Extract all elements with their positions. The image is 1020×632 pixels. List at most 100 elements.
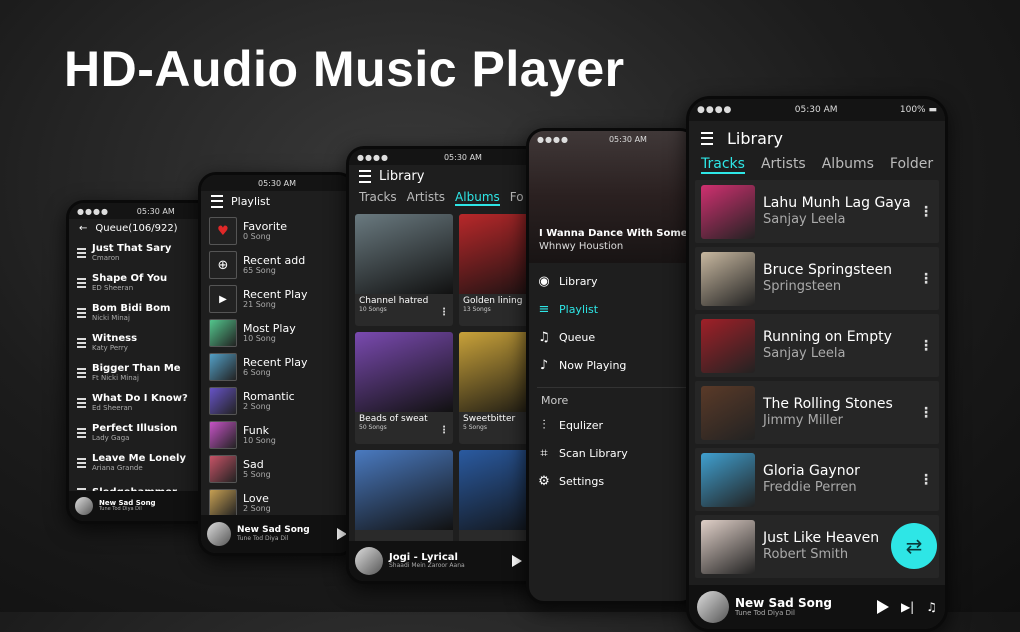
menu-icon[interactable] <box>359 170 371 183</box>
drag-handle-icon[interactable] <box>77 308 86 318</box>
more-options-icon[interactable]: ⋮ <box>439 425 449 436</box>
back-arrow-icon[interactable]: ← <box>79 223 87 234</box>
playlist-name: Love <box>243 491 269 505</box>
playlist-item[interactable]: Most Play 10 Song <box>209 316 345 350</box>
playlist-name: Most Play <box>243 321 296 335</box>
drawer-item-library[interactable]: ◉ Library <box>537 267 687 295</box>
queue-item[interactable]: Perfect Illusion Lady Gaga <box>77 418 207 448</box>
queue-item-artist: ED Sheeran <box>92 283 134 292</box>
track-row[interactable]: Gloria Gaynor Freddie Perren ⋮ <box>695 448 939 511</box>
more-options-icon[interactable]: ⋮ <box>919 204 933 220</box>
album-card[interactable]: Beads of sweat 50 Songs ⋮ <box>355 332 453 444</box>
drawer-item-playlist[interactable]: ≡ Playlist <box>537 295 687 323</box>
avatar <box>355 547 383 575</box>
avatar <box>75 497 93 515</box>
drawer-item-label: Queue <box>559 330 596 344</box>
album-count: 50 Songs <box>359 423 387 431</box>
queue-item-artist: Katy Perry <box>92 343 128 352</box>
library-title: Library <box>379 169 425 184</box>
status-time: 05:30 AM <box>443 152 482 162</box>
playlist-name: Funk <box>243 423 270 437</box>
drag-handle-icon[interactable] <box>77 278 86 288</box>
playlist-item[interactable]: ▶ Recent Play 21 Song <box>209 282 345 316</box>
drag-handle-icon[interactable] <box>77 458 86 468</box>
playlist-item[interactable]: Recent Play 6 Song <box>209 350 345 384</box>
more-options-icon[interactable]: ⋮ <box>919 472 933 488</box>
playlist-name: Recent Play <box>243 355 308 369</box>
queue-title: Queue(106/922) <box>95 223 178 234</box>
albums-grid: Channel hatred 10 Songs ⋮ Golden lining 13 S… <box>349 208 545 568</box>
tab-folder[interactable]: Folder <box>890 156 933 174</box>
track-row[interactable]: Running on Empty Sanjay Leela ⋮ <box>695 314 939 377</box>
album-card[interactable]: Channel hatred 10 Songs ⋮ <box>355 214 453 326</box>
playlist-thumb <box>209 353 237 381</box>
queue-item[interactable]: Witness Katy Perry <box>77 328 207 358</box>
queue-item[interactable]: Bigger Than Me Ft Nicki Minaj <box>77 358 207 388</box>
menu-icon[interactable] <box>211 195 223 208</box>
drag-handle-icon[interactable] <box>77 398 86 408</box>
playlist-icon: ≡ <box>538 301 550 317</box>
menu-icon[interactable] <box>701 132 713 145</box>
playlist-thumb <box>209 489 237 517</box>
more-options-icon[interactable]: ⋮ <box>919 338 933 354</box>
track-artist: Springsteen <box>763 279 842 295</box>
track-row[interactable]: Lahu Munh Lag Gaya Sanjay Leela ⋮ <box>695 180 939 243</box>
track-thumb <box>701 519 755 574</box>
drag-handle-icon[interactable] <box>77 428 86 438</box>
album-count: 10 Songs <box>359 305 387 313</box>
shuffle-button[interactable]: ⇄ <box>891 523 937 569</box>
track-row[interactable]: Bruce Springsteen Springsteen ⋮ <box>695 247 939 310</box>
more-options-icon[interactable]: ⋮ <box>919 405 933 421</box>
battery-indicator: 100% ▬ <box>899 105 937 115</box>
more-options-icon[interactable]: ⋮ <box>439 307 449 318</box>
drag-handle-icon[interactable] <box>77 248 86 258</box>
drag-handle-icon[interactable] <box>77 338 86 348</box>
queue-item[interactable]: Just That Sary Cmaron <box>77 238 207 268</box>
drawer-item-settings[interactable]: ⚙ Settings <box>537 467 687 495</box>
queue-item-title: What Do I Know? <box>92 393 188 405</box>
playlist-count: 65 Song <box>243 265 276 275</box>
tab-albums[interactable]: Albums <box>455 190 500 206</box>
tab-fo[interactable]: Fo <box>510 190 524 206</box>
now-playing-bar[interactable]: New Sad Song Tune Tod Diya Dil <box>201 515 353 553</box>
queue-item[interactable]: Bom Bidi Bom Nicki Minaj <box>77 298 207 328</box>
playlist-name: Romantic <box>243 389 295 403</box>
queue-item-title: Bom Bidi Bom <box>92 303 171 315</box>
now-playing-bar[interactable]: New Sad Song Tune Tod Diya Dil ▶| ♫ <box>689 585 945 629</box>
playlist-count: 21 Song <box>243 299 276 309</box>
playlist-item[interactable]: ♥ Favorite 0 Song <box>209 214 345 248</box>
track-thumb <box>701 251 755 306</box>
queue-item-title: Leave Me Lonely <box>92 453 186 465</box>
playlist-item[interactable]: Romantic 2 Song <box>209 384 345 418</box>
play-icon[interactable] <box>511 555 522 567</box>
drawer-item-label: Equlizer <box>559 418 604 432</box>
queue-item[interactable]: Shape Of You ED Sheeran <box>77 268 207 298</box>
queue-list: Just That Sary Cmaron Shape Of You ED Sheer… <box>69 238 215 508</box>
drawer-item-equlizer[interactable]: ⫶ Equlizer <box>537 411 687 439</box>
now-playing-bar[interactable]: New Sad Song Tune Tod Diya Dil <box>69 491 215 521</box>
queue-item[interactable]: Leave Me Lonely Ariana Grande <box>77 448 207 478</box>
more-options-icon[interactable]: ⋮ <box>919 271 933 287</box>
avatar <box>697 591 729 623</box>
album-art <box>355 450 453 530</box>
drawer-item-now-playing[interactable]: ♪ Now Playing <box>537 351 687 379</box>
tab-artists[interactable]: Artists <box>761 156 806 174</box>
drawer-item-label: Settings <box>559 474 605 488</box>
drawer-more-menu: ⫶ Equlizer ⌗ Scan Library ⚙ Settings <box>529 409 695 497</box>
playlist-item[interactable]: ⊕ Recent add 65 Song <box>209 248 345 282</box>
track-title: Gloria Gaynor <box>763 462 860 479</box>
drag-handle-icon[interactable] <box>77 368 86 378</box>
playlist-item[interactable]: Sad 5 Song <box>209 452 345 486</box>
tab-tracks[interactable]: Tracks <box>359 190 397 206</box>
playlist-item[interactable]: Funk 10 Song <box>209 418 345 452</box>
queue-item[interactable]: What Do I Know? Ed Sheeran <box>77 388 207 418</box>
now-playing-title: New Sad Song <box>735 595 832 610</box>
tab-artists[interactable]: Artists <box>407 190 445 206</box>
albums-phone: ●●●● 05:30 AM Library Tracks Artists Albums… <box>346 146 548 584</box>
tab-albums[interactable]: Albums <box>822 156 874 174</box>
drawer-item-queue[interactable]: ♫ Queue <box>537 323 687 351</box>
drawer-item-scan-library[interactable]: ⌗ Scan Library <box>537 439 687 467</box>
tab-tracks[interactable]: Tracks <box>701 156 745 174</box>
track-row[interactable]: The Rolling Stones Jimmy Miller ⋮ <box>695 381 939 444</box>
now-playing-bar[interactable]: Jogi - Lyrical Shaadi Mein Zaroor Aana ▶… <box>349 541 545 581</box>
